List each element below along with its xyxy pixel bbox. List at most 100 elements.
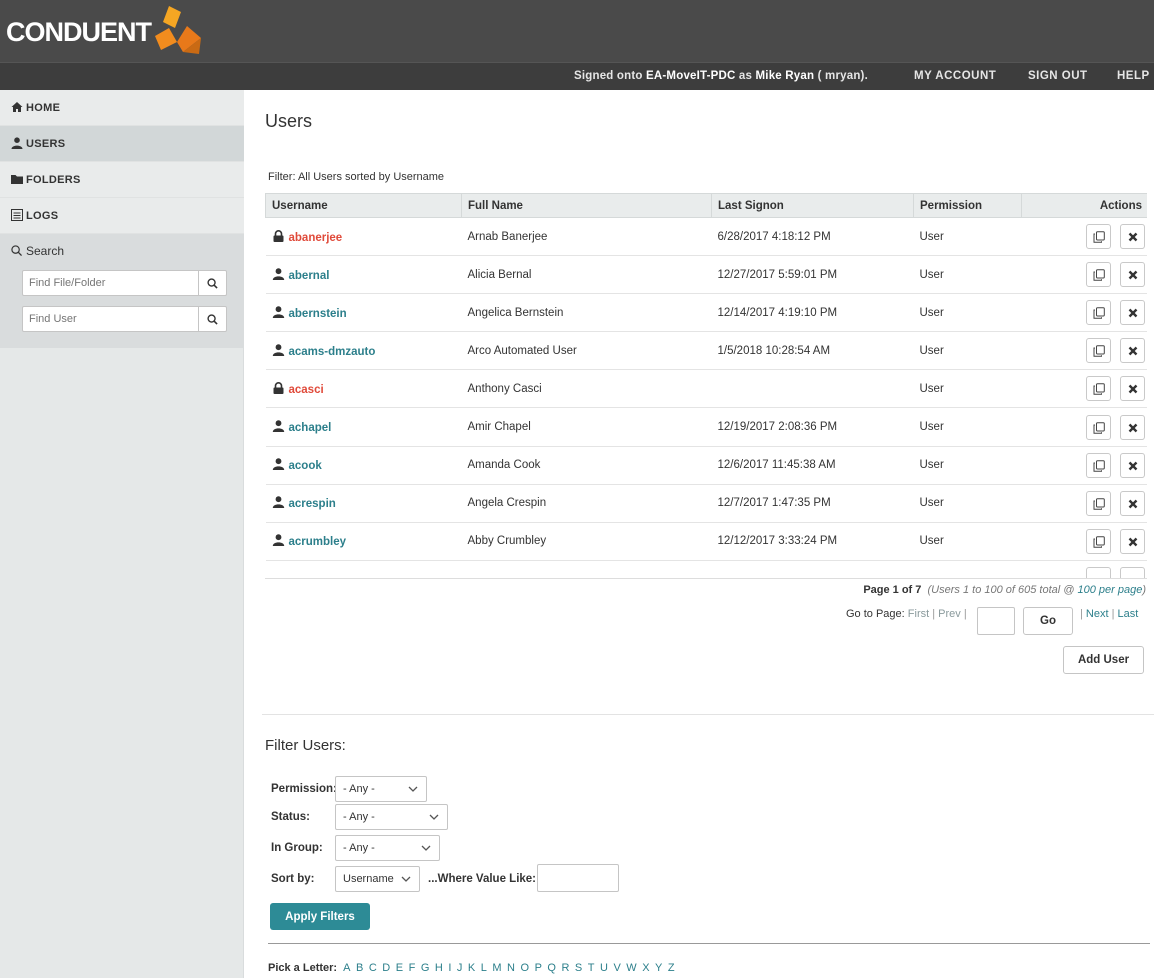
where-value-input[interactable] xyxy=(537,864,619,892)
letter-link-t[interactable]: T xyxy=(588,962,595,974)
delete-user-button[interactable] xyxy=(1119,376,1145,402)
clone-user-button[interactable] xyxy=(1085,490,1111,516)
username-link[interactable]: acrumbley xyxy=(265,522,462,561)
delete-user-button[interactable] xyxy=(1119,490,1145,516)
filter-description: Filter: All Users sorted by Username xyxy=(268,171,445,183)
go-button[interactable]: Go xyxy=(1023,607,1073,635)
page-label: Page 1 of 7 xyxy=(863,584,922,596)
letter-link-q[interactable]: Q xyxy=(547,962,556,974)
delete-user-button[interactable] xyxy=(1119,262,1145,288)
clone-user-button[interactable] xyxy=(1085,566,1111,578)
clone-user-button[interactable] xyxy=(1085,452,1111,478)
apply-filters-button[interactable]: Apply Filters xyxy=(270,903,370,930)
permission-select[interactable]: - Any - xyxy=(335,776,427,802)
sidebar-item-logs[interactable]: LOGS xyxy=(0,198,244,234)
letter-link-a[interactable]: A xyxy=(343,962,350,974)
clone-user-button[interactable] xyxy=(1085,224,1111,250)
sidebar-item-home[interactable]: HOME xyxy=(0,90,244,126)
next-page-link[interactable]: Next xyxy=(1086,608,1109,620)
letter-link-h[interactable]: H xyxy=(435,962,443,974)
sort-select[interactable]: Username xyxy=(335,866,420,892)
find-user-input[interactable] xyxy=(23,307,198,331)
per-page-link[interactable]: 100 per page xyxy=(1077,584,1142,596)
clone-user-button[interactable] xyxy=(1085,338,1111,364)
letter-link-r[interactable]: R xyxy=(561,962,569,974)
letter-link-u[interactable]: U xyxy=(600,962,608,974)
letter-link-l[interactable]: L xyxy=(481,962,487,974)
find-file-search-button[interactable] xyxy=(198,271,226,295)
column-header-full-name[interactable]: Full Name xyxy=(461,193,712,218)
delete-user-button[interactable] xyxy=(1119,300,1145,326)
delete-user-button[interactable] xyxy=(1119,414,1145,440)
clone-user-button[interactable] xyxy=(1085,376,1111,402)
column-header-last-signon[interactable]: Last Signon xyxy=(711,193,914,218)
letter-link-y[interactable]: Y xyxy=(655,962,662,974)
status-select[interactable]: - Any - xyxy=(335,804,448,830)
user-icon xyxy=(272,344,284,356)
username-link[interactable]: acrespin xyxy=(265,484,462,523)
column-header-username[interactable]: Username xyxy=(265,193,462,218)
last-signon-cell: 12/7/2017 1:47:35 PM xyxy=(711,484,914,523)
letter-link-b[interactable]: B xyxy=(356,962,363,974)
table-row: acrespin Angela Crespin 12/7/2017 1:47:35 … xyxy=(265,484,1147,523)
clone-user-button[interactable] xyxy=(1085,262,1111,288)
letter-link-w[interactable]: W xyxy=(626,962,636,974)
username-link[interactable]: acasci xyxy=(265,369,462,409)
section-divider xyxy=(262,714,1154,715)
last-page-link[interactable]: Last xyxy=(1118,608,1139,620)
username-link[interactable]: acams-dmzauto xyxy=(265,331,462,371)
add-user-button[interactable]: Add User xyxy=(1063,646,1144,674)
letter-link-n[interactable]: N xyxy=(507,962,515,974)
username-link[interactable]: abanerjee xyxy=(265,217,462,257)
logs-icon xyxy=(11,209,23,221)
username-link[interactable]: achapel xyxy=(265,407,462,447)
page-number-input[interactable] xyxy=(977,607,1015,635)
delete-user-button[interactable] xyxy=(1119,528,1145,554)
letter-link-v[interactable]: V xyxy=(613,962,620,974)
conduent-logo[interactable]: CONDUENT xyxy=(6,4,201,60)
full-name-cell: Anthony Casci xyxy=(461,369,712,409)
letter-link-e[interactable]: E xyxy=(396,962,403,974)
letter-link-d[interactable]: D xyxy=(382,962,390,974)
sign-out-link[interactable]: SIGN OUT xyxy=(1028,70,1088,82)
letter-link-j[interactable]: J xyxy=(457,962,463,974)
letter-link-z[interactable]: Z xyxy=(668,962,675,974)
letter-link-m[interactable]: M xyxy=(492,962,501,974)
actions-cell xyxy=(1021,217,1147,257)
last-signon-cell: 12/12/2017 3:33:24 PM xyxy=(711,522,914,561)
letter-link-g[interactable]: G xyxy=(421,962,430,974)
letter-link-k[interactable]: K xyxy=(468,962,475,974)
username-text: abanerjee xyxy=(288,231,343,244)
clone-user-button[interactable] xyxy=(1085,528,1111,554)
letter-link-x[interactable]: X xyxy=(642,962,649,974)
delete-user-button[interactable] xyxy=(1119,224,1145,250)
username-link[interactable]: abernstein xyxy=(265,293,462,333)
letter-link-o[interactable]: O xyxy=(521,962,530,974)
letter-link-s[interactable]: S xyxy=(575,962,582,974)
user-icon xyxy=(272,267,284,280)
clone-user-button[interactable] xyxy=(1085,414,1111,440)
find-file-input[interactable] xyxy=(23,271,198,295)
table-row: acams-dmzauto Arco Automated User 1/5/2018… xyxy=(265,331,1147,371)
letter-link-i[interactable]: I xyxy=(448,962,451,974)
letter-link-p[interactable]: P xyxy=(535,962,542,974)
group-select[interactable]: - Any - xyxy=(335,835,440,861)
clone-user-button[interactable] xyxy=(1085,300,1111,326)
find-user-search-button[interactable] xyxy=(198,307,226,331)
delete-user-button[interactable] xyxy=(1119,566,1145,578)
username-link[interactable]: acook xyxy=(265,446,462,485)
prev-page-link[interactable]: Prev xyxy=(938,608,961,620)
delete-user-button[interactable] xyxy=(1119,452,1145,478)
letter-link-c[interactable]: C xyxy=(369,962,377,974)
sidebar-item-users[interactable]: USERS xyxy=(0,126,244,162)
letter-link-f[interactable]: F xyxy=(409,962,416,974)
column-header-permission[interactable]: Permission xyxy=(913,193,1022,218)
sidebar-item-folders[interactable]: FOLDERS xyxy=(0,162,244,198)
my-account-link[interactable]: MY ACCOUNT xyxy=(914,70,996,82)
help-link[interactable]: HELP xyxy=(1117,70,1150,82)
delete-user-button[interactable] xyxy=(1119,338,1145,364)
first-page-link[interactable]: First xyxy=(908,608,929,620)
status-label: Status: xyxy=(271,811,310,823)
username-link[interactable]: abernal xyxy=(265,255,462,295)
users-table-container[interactable]: Username Full Name Last Signon Permissio… xyxy=(265,193,1147,579)
